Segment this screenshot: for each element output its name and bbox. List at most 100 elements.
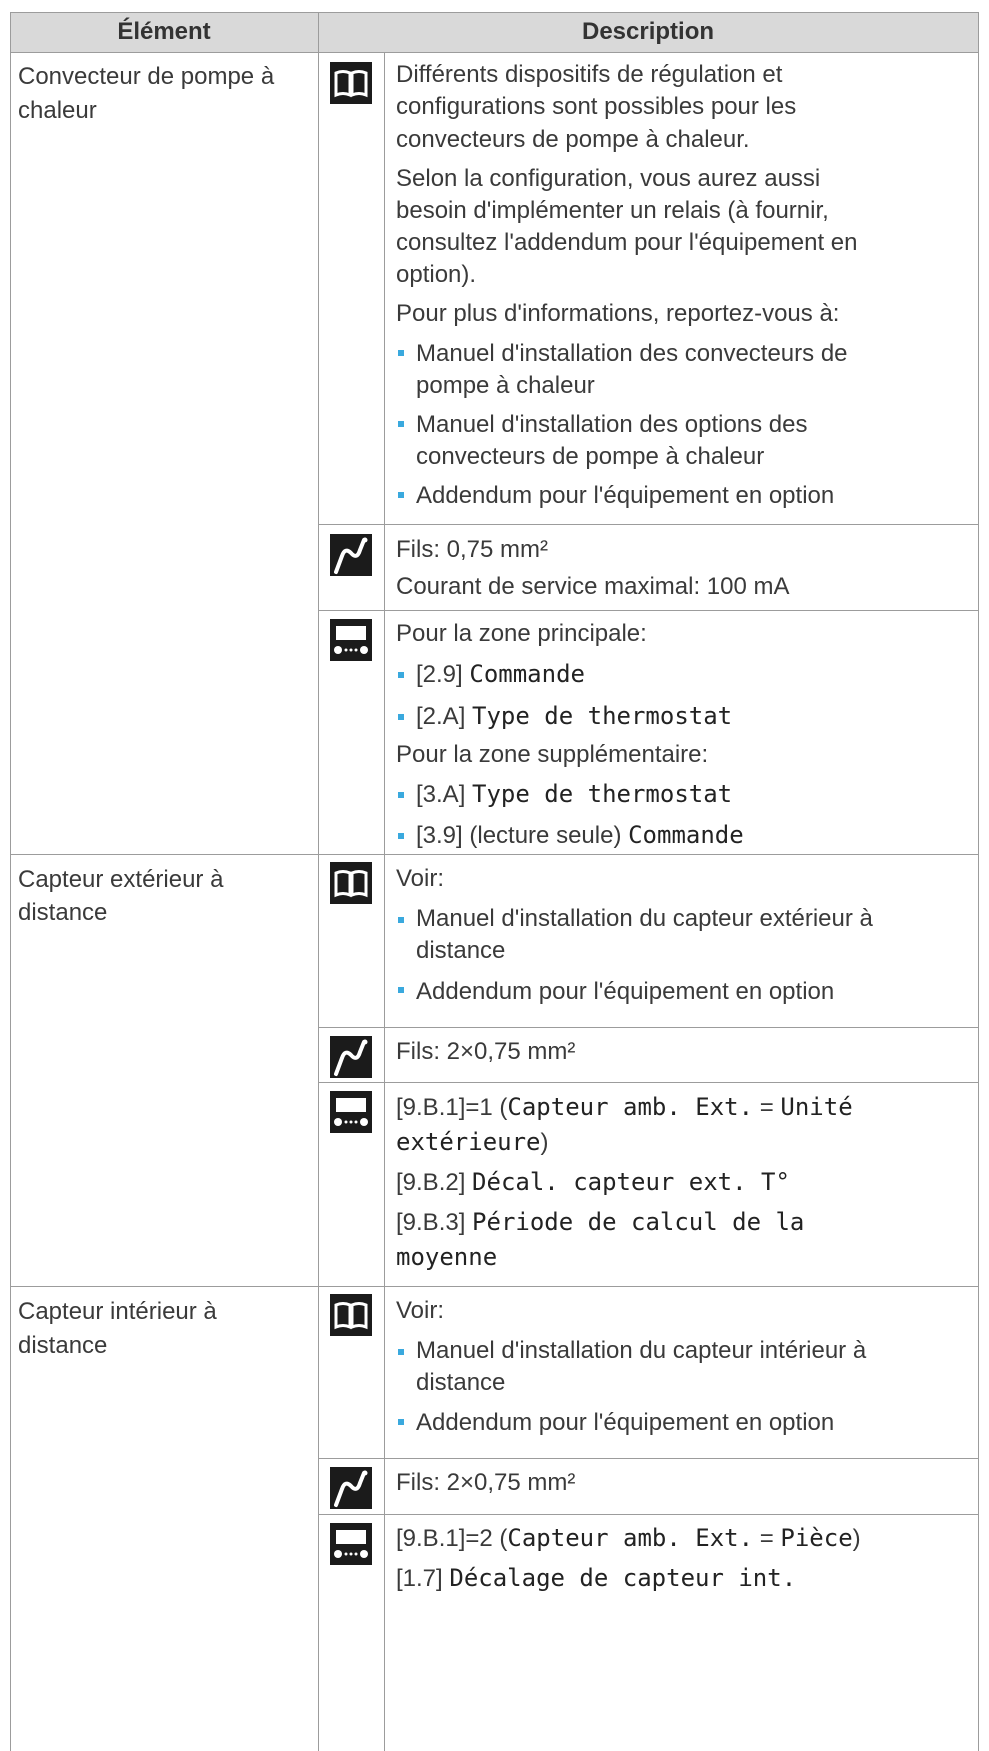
row-divider xyxy=(10,854,979,855)
bullet-text: convecteurs de pompe à chaleur xyxy=(416,443,765,470)
bullet-marker xyxy=(398,792,404,798)
bullet-text: Manuel d'installation du capteur intérie… xyxy=(416,1337,867,1364)
setting-name: Décal. capteur ext. T° xyxy=(472,1168,790,1196)
table-border-left xyxy=(10,12,11,1751)
wire-text: Fils: 2×0,75 mm² xyxy=(396,1469,576,1496)
book-text: consultez l'addendum pour l'équipement e… xyxy=(396,229,858,256)
wire-text: Fils: 2×0,75 mm² xyxy=(396,1038,576,1065)
bullet-marker xyxy=(398,1419,404,1425)
row-divider xyxy=(318,610,979,611)
column-divider-element xyxy=(318,12,319,1751)
setting-code: [9.B.1]=1 ( xyxy=(396,1094,508,1121)
book-text: convecteurs de pompe à chaleur. xyxy=(396,126,750,153)
setting-code: [3.A] xyxy=(416,781,466,808)
bullet-text: distance xyxy=(416,1369,506,1396)
book-text: option). xyxy=(396,261,477,288)
bullet-marker xyxy=(398,421,404,427)
book-text: Voir: xyxy=(396,865,445,892)
setting-name: Décalage de capteur int. xyxy=(449,1564,797,1592)
bullet-text: Addendum pour l'équipement en option xyxy=(416,482,835,509)
setting-paren: ) xyxy=(852,1525,861,1552)
ui-setting: [3.9] (lecture seule) Commande xyxy=(416,818,744,853)
book-icon xyxy=(330,1294,372,1336)
bullet-text: pompe à chaleur xyxy=(416,372,595,399)
setting-name: Période de calcul de la xyxy=(472,1208,805,1236)
bullet-marker xyxy=(398,672,404,678)
bullet-text: distance xyxy=(416,937,506,964)
row-divider xyxy=(318,524,979,525)
table-border-top xyxy=(10,12,979,13)
book-text: Pour plus d'informations, reportez-vous … xyxy=(396,300,840,327)
specification-table: Élément Description Convecteur de pompe … xyxy=(0,0,989,1751)
ui-setting: moyenne xyxy=(396,1240,497,1275)
ui-setting: [9.B.1]=2 (Capteur amb. Ext. = Pièce) xyxy=(396,1521,861,1556)
setting-name: Commande xyxy=(469,660,585,688)
bullet-text: Manuel d'installation du capteur extérie… xyxy=(416,905,873,932)
setting-name: Type de thermostat xyxy=(472,780,733,808)
setting-name: Type de thermostat xyxy=(472,702,733,730)
ui-setting: [1.7] Décalage de capteur int. xyxy=(396,1561,796,1596)
setting-equals: = xyxy=(753,1094,781,1121)
row-divider xyxy=(318,1027,979,1028)
setting-paren: ) xyxy=(540,1129,549,1156)
bullet-marker xyxy=(398,1349,404,1355)
ui-setting: [2.A] Type de thermostat xyxy=(416,699,732,734)
bullet-marker xyxy=(398,987,404,993)
setting-code: [3.9] (lecture seule) xyxy=(416,822,622,849)
book-text: besoin d'implémenter un relais (à fourni… xyxy=(396,197,829,224)
setting-name: Commande xyxy=(628,821,744,849)
setting-code: [2.A] xyxy=(416,703,466,730)
user-interface-icon xyxy=(330,1091,372,1133)
book-text: Voir: xyxy=(396,1297,445,1324)
bullet-marker xyxy=(398,350,404,356)
ui-setting: [9.B.2] Décal. capteur ext. T° xyxy=(396,1165,790,1200)
book-text: Selon la configuration, vous aurez aussi xyxy=(396,165,821,192)
column-divider-icon xyxy=(384,52,385,1751)
header-divider xyxy=(10,52,979,53)
element-name: Capteur extérieur à xyxy=(18,866,224,893)
ui-setting: [2.9] Commande xyxy=(416,657,585,692)
setting-code: [9.B.3] xyxy=(396,1209,466,1236)
element-name: distance xyxy=(18,899,108,926)
header-description: Description xyxy=(581,18,715,45)
ui-setting: [9.B.3] Période de calcul de la xyxy=(396,1205,804,1240)
user-interface-icon xyxy=(330,1523,372,1565)
book-text: Différents dispositifs de régulation et xyxy=(396,61,783,88)
setting-value: Unité xyxy=(780,1093,853,1121)
book-text: configurations sont possibles pour les xyxy=(396,93,797,120)
setting-name: moyenne xyxy=(396,1243,498,1271)
element-name: distance xyxy=(18,1332,108,1359)
wire-icon xyxy=(330,534,372,576)
bullet-marker xyxy=(398,492,404,498)
ui-setting: extérieure) xyxy=(396,1125,549,1160)
element-name: chaleur xyxy=(18,97,97,124)
header-element: Élément xyxy=(117,18,211,45)
book-icon xyxy=(330,62,372,104)
wire-icon xyxy=(330,1036,372,1078)
setting-name: Capteur amb. Ext. xyxy=(507,1093,754,1121)
bullet-text: Addendum pour l'équipement en option xyxy=(416,978,835,1005)
wire-text: Courant de service maximal: 100 mA xyxy=(396,573,790,600)
element-name: Convecteur de pompe à xyxy=(18,63,275,90)
ui-text: Pour la zone supplémentaire: xyxy=(396,741,709,768)
book-icon xyxy=(330,862,372,904)
ui-text: Pour la zone principale: xyxy=(396,620,647,647)
setting-code: [9.B.1]=2 ( xyxy=(396,1525,508,1552)
bullet-marker xyxy=(398,917,404,923)
row-divider xyxy=(318,1514,979,1515)
row-divider xyxy=(10,1286,979,1287)
row-divider xyxy=(318,1458,979,1459)
table-border-right xyxy=(978,12,979,1751)
user-interface-icon xyxy=(330,619,372,661)
setting-code: [2.9] xyxy=(416,661,463,688)
bullet-text: Manuel d'installation des options des xyxy=(416,411,808,438)
setting-equals: = xyxy=(753,1525,781,1552)
setting-value: extérieure xyxy=(396,1128,541,1156)
setting-code: [1.7] xyxy=(396,1565,443,1592)
ui-setting: [3.A] Type de thermostat xyxy=(416,777,732,812)
setting-code: [9.B.2] xyxy=(396,1169,466,1196)
bullet-marker xyxy=(398,833,404,839)
wire-text: Fils: 0,75 mm² xyxy=(396,536,549,563)
row-divider xyxy=(318,1082,979,1083)
element-name: Capteur intérieur à xyxy=(18,1298,217,1325)
